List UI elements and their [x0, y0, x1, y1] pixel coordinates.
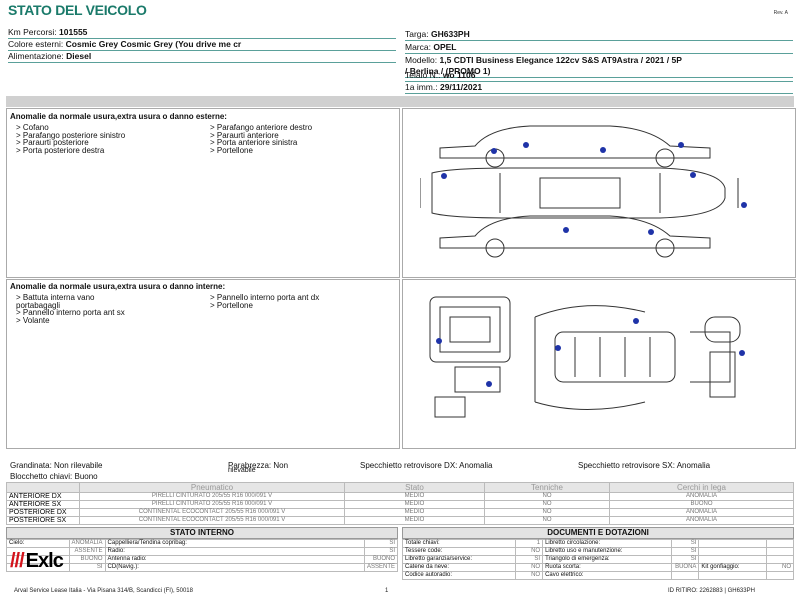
external-damage-title: Anomalie da normale usura,extra usura o …: [10, 112, 227, 121]
tyres-table: Pneumatico Stato Tenniche Cerchi in lega…: [6, 482, 794, 525]
info-imm: 1a imm.: 29/11/2021: [405, 82, 793, 94]
table-row: Catene da neve: NO Ruota scorta: BUONA Kit g…: [401, 563, 794, 572]
specchietto-sx: Specchietto retrovisore SX: Anomalia: [578, 461, 711, 470]
table-row: Codice autoradio: NO Cavo elettrico:: [401, 571, 794, 580]
damage-marker: [523, 142, 529, 148]
footer-address: Arval Service Lease Italia - Via Pisana …: [14, 588, 193, 594]
damage-marker: [690, 172, 696, 178]
footer-id: ID RITIRO: 2262883 | GH633PH: [668, 588, 755, 594]
internal-damage-list-2: > Pannello interno porta ant dx > Portell…: [210, 293, 320, 310]
table-row: ASSENTE Radio: SI: [6, 547, 399, 556]
table-row: ANTERIORE DX PIRELLI CINTURATO 205/55 R16…: [6, 492, 794, 501]
damage-marker: [563, 227, 569, 233]
info-alimentazione: Alimentazione: Diesel: [8, 51, 396, 63]
blocchetto-chiavi: Blocchetto chiavi: Buono: [10, 472, 98, 481]
damage-marker: [648, 229, 654, 235]
rim-col-header: Cerchi in lega: [609, 482, 794, 493]
external-damage-list-2: > Parafango anteriore destro > Paraurti a…: [210, 123, 313, 155]
damage-marker: [739, 350, 745, 356]
stato-interno-table: Cielo: ANOMALIA Cappelliera/Tendina coprib…: [6, 539, 399, 572]
damage-marker: [441, 173, 447, 179]
info-modello: Modello: 1,5 CDTI Business Elegance 122c…: [405, 55, 682, 65]
tyre-col-header: Pneumatico: [79, 482, 345, 493]
documenti-table: Totale chiavi: 1 Libretto circolazione: SI …: [401, 539, 794, 580]
table-row: Libretto garanzia/service: SI Triangolo di…: [401, 555, 794, 564]
tech-col-header: Tenniche: [484, 482, 610, 493]
revision-label: Rev. A: [773, 10, 788, 16]
tyres-header-row: Pneumatico Stato Tenniche Cerchi in lega: [6, 482, 794, 493]
table-row: POSTERIORE DX CONTINENTAL ECOCONTACT 205/…: [6, 508, 794, 517]
damage-marker: [491, 148, 497, 154]
car-interior-diagram: [429, 296, 741, 418]
damage-marker: [555, 345, 561, 351]
damage-marker: [741, 202, 747, 208]
table-row: Cielo: ANOMALIA Cappelliera/Tendina coprib…: [6, 539, 399, 548]
table-row: Totale chiavi: 1 Libretto circolazione: SI: [401, 539, 794, 548]
info-colore: Colore esterni: Cosmic Grey Cosmic Grey …: [8, 39, 396, 51]
table-row: BUONO Antenna radio: BUONO: [6, 555, 399, 564]
specchietto-dx: Specchietto retrovisore DX: Anomalia: [360, 461, 493, 470]
info-km: Km Percorsi: 101555: [8, 27, 396, 39]
section-bar: [6, 96, 794, 107]
damage-marker: [600, 147, 606, 153]
internal-damage-title: Anomalie da normale usura,extra usura o …: [10, 282, 226, 291]
damage-marker: [678, 142, 684, 148]
parabrezza-value: rilevabile: [228, 467, 256, 474]
info-marca: Marca: OPEL: [405, 42, 793, 54]
car-exterior-diagram: [420, 125, 739, 258]
damage-marker: [486, 381, 492, 387]
info-targa: Targa: GH633PH: [405, 29, 793, 41]
documenti-title: DOCUMENTI E DOTAZIONI: [402, 527, 794, 539]
table-row: ANTERIORE SX PIRELLI CINTURATO 205/55 R16…: [6, 500, 794, 509]
stato-interno-title: STATO INTERNO: [6, 527, 398, 539]
grandinata: Grandinata: Non rilevabile: [10, 461, 103, 470]
stato-col-header: Stato: [344, 482, 485, 493]
table-row: SI CD(Navig.): ASSENTE: [6, 563, 399, 572]
table-row: POSTERIORE SX CONTINENTAL ECOCONTACT 205/…: [6, 516, 794, 525]
table-row: Tessere code: NO Libretto uso e manutenzio…: [401, 547, 794, 556]
damage-marker: [436, 338, 442, 344]
page-title: STATO DEL VEICOLO: [8, 2, 147, 18]
damage-marker: [633, 318, 639, 324]
info-telaio: Telaio N.: wo 1106: [405, 70, 793, 82]
footer-page: 1: [385, 588, 389, 594]
external-damage-list-1: > Cofano > Parafango posteriore sinistro >…: [16, 123, 126, 155]
company-logo: ///Exlc: [10, 550, 64, 572]
internal-damage-list-1: > Battuta interna vano portabagagli > Pann…: [16, 293, 125, 325]
